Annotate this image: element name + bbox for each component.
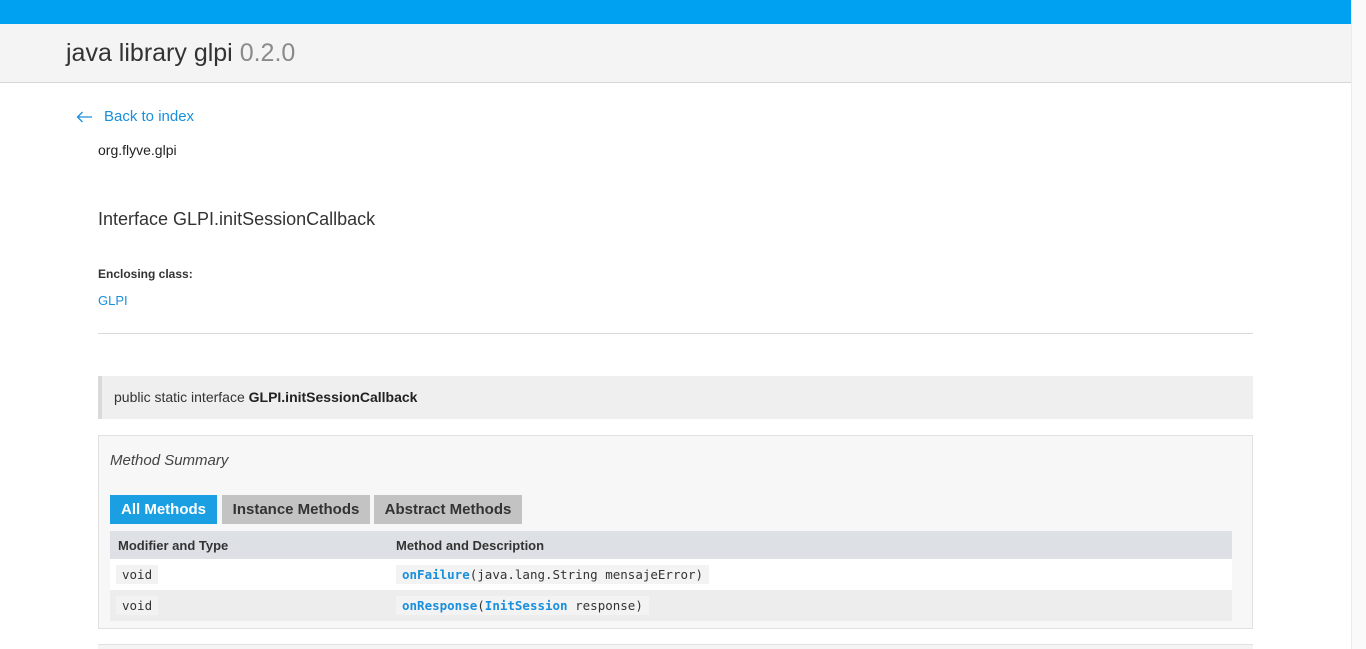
param-name: mensajeError	[605, 567, 696, 582]
interface-title: Interface GLPI.initSessionCallback	[98, 209, 376, 229]
divider	[98, 333, 1253, 334]
package-name: org.flyve.glpi	[98, 142, 177, 158]
return-type: void	[116, 565, 159, 584]
tab-instance-methods[interactable]: Instance Methods	[222, 495, 370, 524]
scrollbar[interactable]	[1351, 0, 1366, 649]
method-link-onresponse[interactable]: onResponse	[402, 598, 477, 613]
next-section-edge	[98, 644, 1253, 649]
table-row: void onFailure(java.lang.String mensajeE…	[110, 559, 1232, 590]
back-to-index-link[interactable]: Back to index	[76, 108, 194, 125]
library-version: 0.2.0	[239, 39, 296, 67]
method-cell: onFailure(java.lang.String mensajeError)	[390, 559, 1232, 590]
method-link-onfailure[interactable]: onFailure	[402, 567, 470, 582]
table-row: void onResponse(InitSession response)	[110, 590, 1232, 621]
param-type: java.lang.String	[477, 567, 598, 582]
enclosing-class-label: Enclosing class:	[98, 267, 193, 281]
interface-signature: public static interface GLPI.initSession…	[98, 376, 1253, 419]
method-cell: onResponse(InitSession response)	[390, 590, 1232, 621]
brand-title[interactable]: java library glpi 0.2.0	[66, 39, 295, 68]
enclosing-class-link[interactable]: GLPI	[98, 293, 128, 308]
return-type: void	[116, 596, 159, 615]
param-type-link-initsession[interactable]: InitSession	[485, 598, 568, 613]
table-header-row: Modifier and Type Method and Description	[110, 531, 1232, 559]
modifier-cell: void	[110, 559, 390, 590]
signature-name: GLPI.initSessionCallback	[248, 389, 418, 405]
back-to-index-label: Back to index	[104, 108, 195, 125]
method-signature: onFailure(java.lang.String mensajeError)	[396, 565, 710, 584]
modifier-cell: void	[110, 590, 390, 621]
column-header-method: Method and Description	[390, 531, 1232, 559]
page-header: java library glpi 0.2.0	[0, 24, 1351, 83]
top-accent-bar	[0, 0, 1351, 24]
arrow-left-icon	[76, 111, 92, 122]
method-signature: onResponse(InitSession response)	[396, 596, 649, 615]
tab-all-methods[interactable]: All Methods	[110, 495, 217, 524]
column-header-modifier: Modifier and Type	[110, 531, 390, 559]
signature-prefix: public static interface	[114, 389, 245, 405]
tab-abstract-methods[interactable]: Abstract Methods	[374, 495, 522, 524]
param-name: response	[575, 598, 636, 613]
method-table: Modifier and Type Method and Description…	[110, 531, 1232, 621]
method-summary-panel: Method Summary All Methods Instance Meth…	[98, 435, 1253, 629]
library-name: java library glpi	[66, 39, 233, 67]
method-summary-title: Method Summary	[110, 452, 229, 469]
